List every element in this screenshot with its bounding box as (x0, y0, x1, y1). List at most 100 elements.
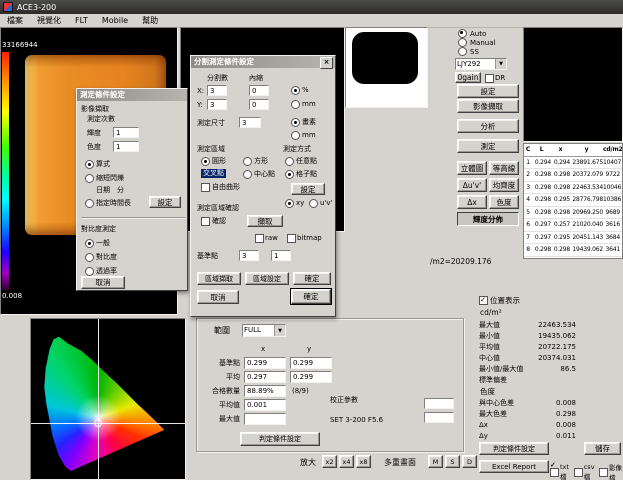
method-set-button[interactable]: 設定 (291, 183, 325, 195)
cross-point-option[interactable]: 交叉點 (201, 169, 226, 178)
menu-item-1[interactable]: 視覺化 (30, 15, 68, 26)
avg-x-field[interactable]: 0.297 (244, 371, 286, 383)
measurement-table[interactable]: CLxycd/m210.2940.29423891.6751040720.298… (523, 143, 623, 259)
ref-x-field[interactable]: 0.299 (244, 357, 286, 369)
close-icon[interactable]: × (320, 57, 333, 69)
calibration-field-1[interactable] (424, 398, 454, 409)
square-radio[interactable] (243, 157, 252, 166)
zoom-button-x8[interactable]: x8 (356, 455, 371, 468)
lum-count-field[interactable]: 1 (113, 127, 139, 138)
menu-item-2[interactable]: FLT (68, 16, 95, 25)
measure-dialog-cancel-button[interactable]: 取消 (81, 276, 125, 289)
pixel-radio[interactable] (291, 118, 300, 127)
area-grab-button[interactable]: 區域擷取 (197, 272, 241, 285)
table-row[interactable]: 60.2970.25721020.0403616 (524, 219, 622, 232)
luminance-distribution-button[interactable]: 輝度分佈 (457, 212, 519, 226)
y-inset-field[interactable]: 0 (249, 99, 269, 110)
percent-radio[interactable] (291, 86, 300, 95)
ok-button[interactable]: 確定 (293, 272, 331, 285)
cancel-button[interactable]: 取消 (197, 290, 239, 304)
confirm-ok-button[interactable]: 確定 (291, 289, 331, 304)
zoom-button-x2[interactable]: x2 (322, 455, 337, 468)
chroma-button[interactable]: 色度 (489, 195, 519, 209)
table-row[interactable]: 20.2980.29820372.0799722 (524, 169, 622, 182)
excel-report-button[interactable]: Excel Report (479, 460, 549, 473)
save-button[interactable]: 儲存 (584, 442, 621, 455)
multi-screen-button-D[interactable]: D (462, 455, 477, 468)
acquire-mode-ss[interactable]: SS (458, 47, 495, 56)
confirm-checkbox[interactable] (201, 217, 210, 226)
any-point-radio[interactable] (285, 157, 294, 166)
file-check-csv檔[interactable]: csv檔 (574, 463, 596, 480)
table-row[interactable]: 70.2970.29520451.1433684 (524, 232, 622, 245)
acquire-mode-radio[interactable] (458, 38, 467, 47)
gain-button[interactable]: 0gain (455, 72, 481, 83)
position-display-checkbox[interactable] (479, 296, 488, 305)
split-dialog-title[interactable]: 分割測定條件設定 × (191, 56, 335, 68)
avg-y-field[interactable]: 0.299 (290, 371, 332, 383)
menu-item-3[interactable]: Mobile (95, 16, 135, 25)
acquire-mode-manual[interactable]: Manual (458, 38, 495, 47)
settings-button[interactable]: 設定 (457, 84, 519, 98)
size-mm-radio[interactable] (291, 131, 300, 140)
circle-radio[interactable] (201, 157, 210, 166)
dr-checkbox[interactable] (485, 74, 494, 83)
zoom-button-x4[interactable]: x4 (339, 455, 354, 468)
chroma-count-field[interactable]: 1 (113, 141, 139, 152)
ref-y-field[interactable]: 0.299 (290, 357, 332, 369)
capture-preview-panel[interactable] (345, 27, 428, 108)
contrast-radio[interactable] (85, 253, 94, 262)
table-row[interactable]: 80.2980.29819439.0623641 (524, 244, 622, 257)
chevron-down-icon[interactable]: ▼ (495, 59, 506, 69)
table-row[interactable]: 90.3020.29820598.2668700 (524, 257, 622, 260)
file-check-影像檔[interactable]: 影像檔 (599, 462, 623, 480)
table-row[interactable]: 40.2980.29528776.79810386 (524, 194, 622, 207)
capture-button[interactable]: 影像擷取 (457, 99, 519, 113)
range-combo[interactable]: FULL ▼ (242, 324, 286, 337)
uniformity-button[interactable]: 均齊度 (489, 178, 519, 192)
measure-dialog-title[interactable]: 測定條件設定 (77, 89, 187, 101)
menu-item-0[interactable]: 檔案 (0, 15, 30, 26)
measurement-image-panel[interactable] (523, 27, 623, 142)
ref-x-field[interactable]: 3 (239, 250, 259, 261)
mm-radio[interactable] (291, 100, 300, 109)
menu-item-4[interactable]: 幫助 (135, 15, 165, 26)
delta-uv-button[interactable]: Δu'v' (457, 178, 487, 192)
formula-radio[interactable] (85, 160, 94, 169)
file-checkbox[interactable] (574, 468, 583, 477)
cie-chromaticity-panel[interactable] (30, 318, 186, 480)
center-point-radio[interactable] (243, 170, 252, 179)
free-shape-checkbox[interactable] (201, 183, 210, 192)
file-checkbox[interactable] (599, 468, 608, 477)
acquire-mode-radio[interactable] (458, 47, 467, 56)
table-row[interactable]: 10.2940.29423891.67510407 (524, 157, 622, 170)
table-row[interactable]: 30.2980.29822463.53410046 (524, 182, 622, 195)
chevron-down-icon[interactable]: ▼ (274, 325, 285, 336)
grid-point-radio[interactable] (285, 170, 294, 179)
view3d-button[interactable]: 立體圖 (457, 161, 487, 175)
time-set-button[interactable]: 設定 (149, 196, 181, 208)
multi-screen-button-M[interactable]: M (428, 455, 443, 468)
size-field[interactable]: 3 (239, 117, 261, 128)
range-judge-button[interactable]: 判定條件設定 (240, 432, 320, 446)
contour-button[interactable]: 等高線 (489, 161, 519, 175)
ref-y-field[interactable]: 1 (271, 250, 291, 261)
fixed-time-radio[interactable] (85, 199, 94, 208)
analyze-button[interactable]: 分析 (457, 119, 519, 133)
x-inset-field[interactable]: 0 (249, 85, 269, 96)
acquire-mode-auto[interactable]: Auto (458, 29, 495, 38)
table-row[interactable]: 50.2980.29820969.2509689 (524, 207, 622, 220)
delta-xy-button[interactable]: Δx (457, 195, 487, 209)
grab-button[interactable]: 擷取 (247, 215, 283, 227)
acquire-mode-radio[interactable] (458, 29, 467, 38)
y-div-field[interactable]: 3 (207, 99, 227, 110)
raw-checkbox[interactable] (255, 234, 264, 243)
flicker-radio[interactable] (85, 174, 94, 183)
area-set-button[interactable]: 區域設定 (245, 272, 289, 285)
uv-radio[interactable] (309, 199, 318, 208)
measure-button[interactable]: 測定 (457, 139, 519, 153)
normal-radio[interactable] (85, 239, 94, 248)
transmittance-radio[interactable] (85, 267, 94, 276)
lens-combo[interactable]: LJY292 ▼ (455, 58, 507, 70)
stats-judge-button[interactable]: 判定條件設定 (479, 442, 549, 455)
